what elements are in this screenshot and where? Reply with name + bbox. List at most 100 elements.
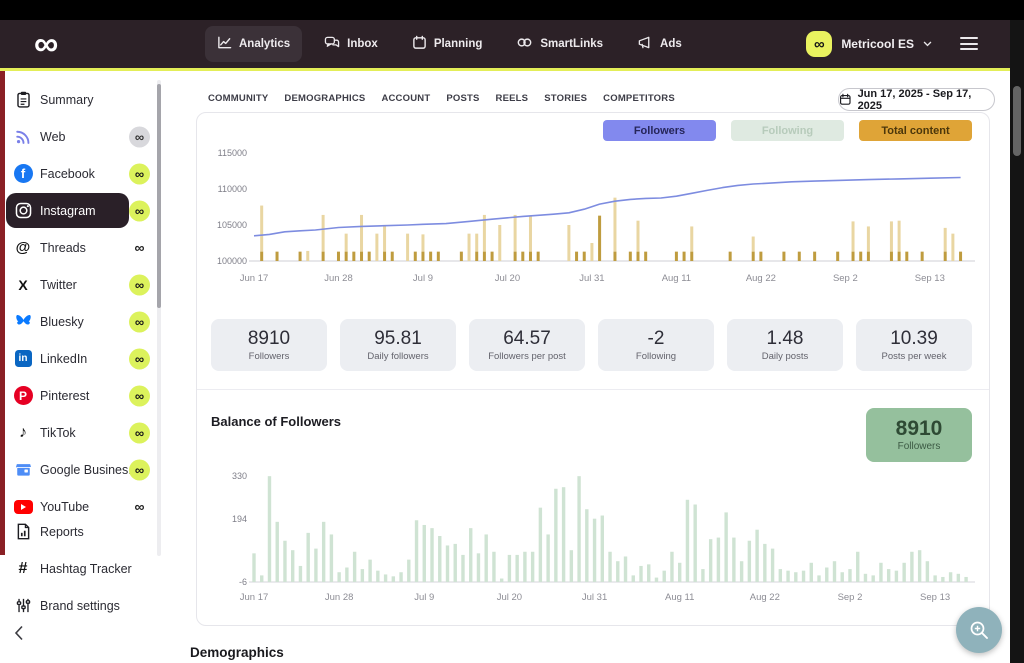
tab-reels[interactable]: REELS: [496, 93, 529, 104]
sidebar-item-label: Summary: [40, 92, 94, 107]
infinity-badge: ∞: [129, 311, 150, 332]
followers-chart: 100000 105000 110000 115000 Jun 17 Jun 28 Jul …: [203, 141, 983, 293]
sidebar-item-label: Instagram: [40, 203, 96, 218]
calendar-icon: [839, 93, 851, 105]
sidebar-item-facebook[interactable]: f Facebook ∞: [0, 155, 157, 192]
main-scrollbar-thumb[interactable]: [1013, 86, 1021, 156]
sidebar-channels: Summary Web ∞ f Facebook ∞ Instagram ∞ @ Threads ∞…: [0, 81, 157, 525]
chevron-left-icon: [14, 625, 23, 641]
sidebar-item-bluesky[interactable]: Bluesky ∞: [0, 303, 157, 340]
sidebar-item-hashtag-tracker[interactable]: # Hashtag Tracker: [0, 550, 157, 587]
metricool-app: ∞ Analytics Inbox Planning SmartLinks Ads ∞ …: [0, 0, 1024, 663]
infinity-badge: ∞: [129, 163, 150, 184]
sidebar-item-pinterest[interactable]: P Pinterest ∞: [0, 377, 157, 414]
sidebar-item-label: TikTok: [40, 425, 76, 440]
stat-card-daily-followers: 95.81 Daily followers: [340, 319, 456, 371]
tab-community[interactable]: COMMUNITY: [208, 93, 268, 104]
sidebar-item-label: Twitter: [40, 277, 77, 292]
svg-text:105000: 105000: [217, 220, 247, 230]
analytics-tabs: COMMUNITY DEMOGRAPHICS ACCOUNT POSTS REELS ST…: [208, 93, 675, 104]
sidebar-item-label: Pinterest: [40, 388, 90, 403]
sidebar-item-linkedin[interactable]: in LinkedIn ∞: [0, 340, 157, 377]
svg-text:100000: 100000: [217, 256, 247, 266]
sidebar-item-label: Facebook: [40, 166, 95, 181]
svg-text:115000: 115000: [218, 148, 247, 158]
pinterest-icon: P: [12, 385, 34, 407]
nav-planning[interactable]: Planning: [400, 26, 495, 62]
sidebar-item-web[interactable]: Web ∞: [0, 118, 157, 155]
svg-text:Aug 22: Aug 22: [746, 273, 776, 284]
nav-analytics[interactable]: Analytics: [205, 26, 303, 62]
facebook-icon: f: [12, 163, 34, 185]
svg-text:Sep 2: Sep 2: [833, 273, 858, 284]
menu-icon[interactable]: [960, 37, 978, 50]
sidebar-item-reports[interactable]: Reports: [0, 513, 157, 550]
topbar-nav: Analytics Inbox Planning SmartLinks Ads: [205, 20, 694, 68]
svg-text:Jul 9: Jul 9: [414, 592, 434, 603]
svg-text:Aug 11: Aug 11: [665, 592, 694, 603]
stat-value: -2: [647, 327, 665, 349]
infinity-badge: ∞: [129, 385, 150, 406]
balance-chart: 330 194 -6 Jun 17 Jun 28 Jul 9 Jul 20 Jul 31 Aug…: [203, 465, 983, 613]
svg-text:Aug 22: Aug 22: [750, 592, 780, 603]
sidebar-item-label: Google Busines...: [40, 462, 139, 477]
stat-card-followers: 8910 Followers: [211, 319, 327, 371]
stat-label: Following: [635, 350, 677, 362]
infinity-badge: ∞: [129, 200, 150, 221]
infinity-badge: ∞: [129, 459, 150, 480]
zoom-button[interactable]: [956, 607, 1002, 653]
sidebar-item-threads[interactable]: @ Threads ∞: [0, 229, 157, 266]
web-icon: [12, 126, 34, 148]
sidebar-item-summary[interactable]: Summary: [0, 81, 157, 118]
svg-text:110000: 110000: [218, 184, 247, 194]
instagram-icon: [12, 200, 34, 222]
svg-text:-6: -6: [239, 577, 247, 587]
balance-section-title: Balance of Followers: [211, 414, 342, 429]
svg-text:Aug 11: Aug 11: [662, 273, 691, 284]
tab-competitors[interactable]: COMPETITORS: [603, 93, 675, 104]
clipboard-icon: [12, 89, 34, 111]
infinity-badge: ∞: [129, 274, 150, 295]
sidebar-item-label: Hashtag Tracker: [40, 561, 132, 576]
sidebar-scrollbar-thumb[interactable]: [157, 84, 161, 308]
date-range-picker[interactable]: Jun 17, 2025 - Sep 17, 2025: [838, 87, 995, 112]
svg-text:Jun 28: Jun 28: [325, 592, 354, 603]
date-range-label: Jun 17, 2025 - Sep 17, 2025: [857, 87, 972, 112]
sidebar-item-label: Threads: [40, 240, 86, 255]
nav-smartlinks[interactable]: SmartLinks: [504, 26, 615, 62]
balance-badge-value: 8910: [895, 417, 943, 440]
tab-stories[interactable]: STORIES: [544, 93, 587, 104]
main-scrollbar-track[interactable]: [1010, 20, 1024, 663]
legend-total-content[interactable]: Total content: [859, 120, 972, 141]
tab-account[interactable]: ACCOUNT: [381, 93, 430, 104]
infinity-badge: ∞: [129, 348, 150, 369]
stat-value: 95.81: [374, 327, 422, 349]
sidebar-item-label: YouTube: [40, 499, 90, 514]
legend-following[interactable]: Following: [731, 120, 844, 141]
account-selector[interactable]: ∞ Metricool ES: [806, 20, 932, 68]
chevron-down-icon: [923, 41, 932, 47]
stat-value: 8910: [247, 327, 291, 349]
sidebar-collapse-button[interactable]: [14, 625, 24, 646]
svg-text:Jul 31: Jul 31: [579, 273, 604, 284]
sidebar-item-instagram[interactable]: Instagram ∞: [0, 192, 157, 229]
stat-label: Followers per post: [488, 350, 566, 362]
nav-ads[interactable]: Ads: [625, 26, 694, 62]
smartlinks-icon: [516, 35, 533, 53]
sidebar-item-twitter[interactable]: X Twitter ∞: [0, 266, 157, 303]
sidebar-item-brand-settings[interactable]: Brand settings: [0, 587, 157, 624]
legend-followers[interactable]: Followers: [603, 120, 716, 141]
nav-label: SmartLinks: [540, 38, 604, 50]
nav-inbox[interactable]: Inbox: [312, 26, 390, 62]
stat-label: Daily posts: [761, 350, 809, 362]
sidebar-item-tiktok[interactable]: ♪ TikTok ∞: [0, 414, 157, 451]
tab-demographics[interactable]: DEMOGRAPHICS: [284, 93, 365, 104]
sidebar-item-label: Web: [40, 129, 66, 144]
tab-posts[interactable]: POSTS: [446, 93, 479, 104]
metricool-logo-icon[interactable]: ∞: [34, 20, 58, 68]
sidebar-item-google-busines[interactable]: Google Busines... ∞: [0, 451, 157, 488]
nav-label: Ads: [660, 38, 682, 50]
hashtag-icon: #: [18, 559, 28, 577]
section-divider: [197, 389, 989, 390]
nav-label: Inbox: [347, 38, 378, 50]
